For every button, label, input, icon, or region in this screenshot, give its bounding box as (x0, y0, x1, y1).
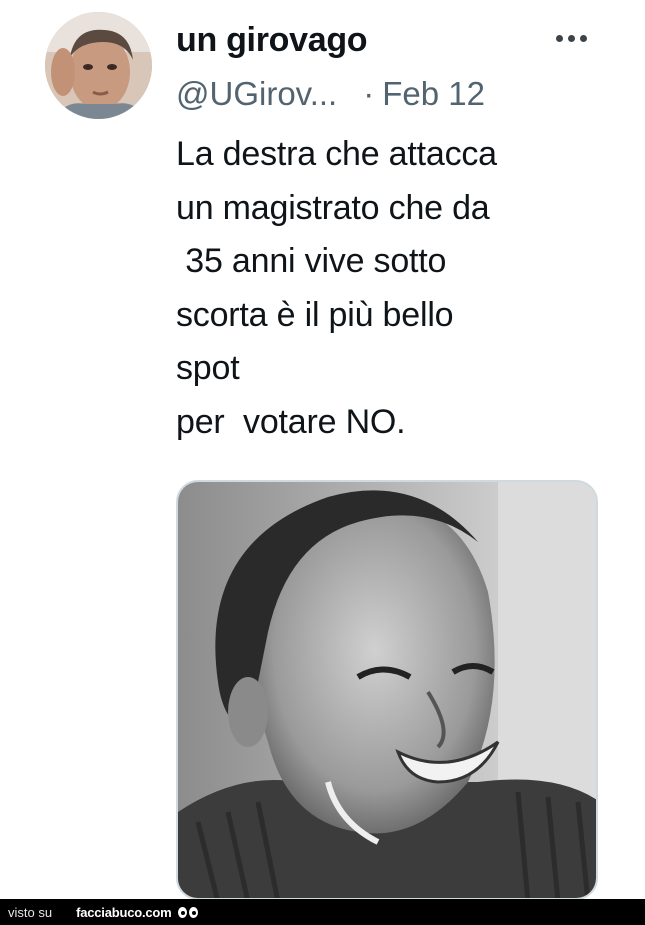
more-dot (580, 34, 587, 42)
more-dot (556, 34, 563, 42)
eye-icon (188, 906, 198, 918)
user-handle[interactable]: @UGirov... (176, 75, 337, 112)
meta-separator: · (363, 75, 375, 112)
facciabuco-eyes-icon (177, 906, 198, 918)
more-dot (568, 34, 575, 42)
profile-avatar[interactable] (45, 12, 152, 119)
watermark-bar: visto su facciabuco.com (0, 899, 645, 925)
tweet-meta: @UGirov... · Feb 12 (176, 72, 485, 116)
tweet-media-photo[interactable] (176, 480, 598, 900)
photo-smiling-man (178, 482, 596, 898)
tweet-date[interactable]: Feb 12 (382, 75, 485, 112)
watermark-site-name[interactable]: facciabuco.com (76, 905, 172, 920)
eye-icon (177, 906, 187, 918)
watermark-visto-label: visto su (8, 904, 53, 920)
tweet-text: La destra che attacca un magistrato che … (176, 135, 497, 441)
display-name[interactable]: un girovago (176, 20, 368, 60)
avatar-photo (45, 12, 152, 119)
more-horizontal-icon[interactable] (556, 28, 596, 48)
